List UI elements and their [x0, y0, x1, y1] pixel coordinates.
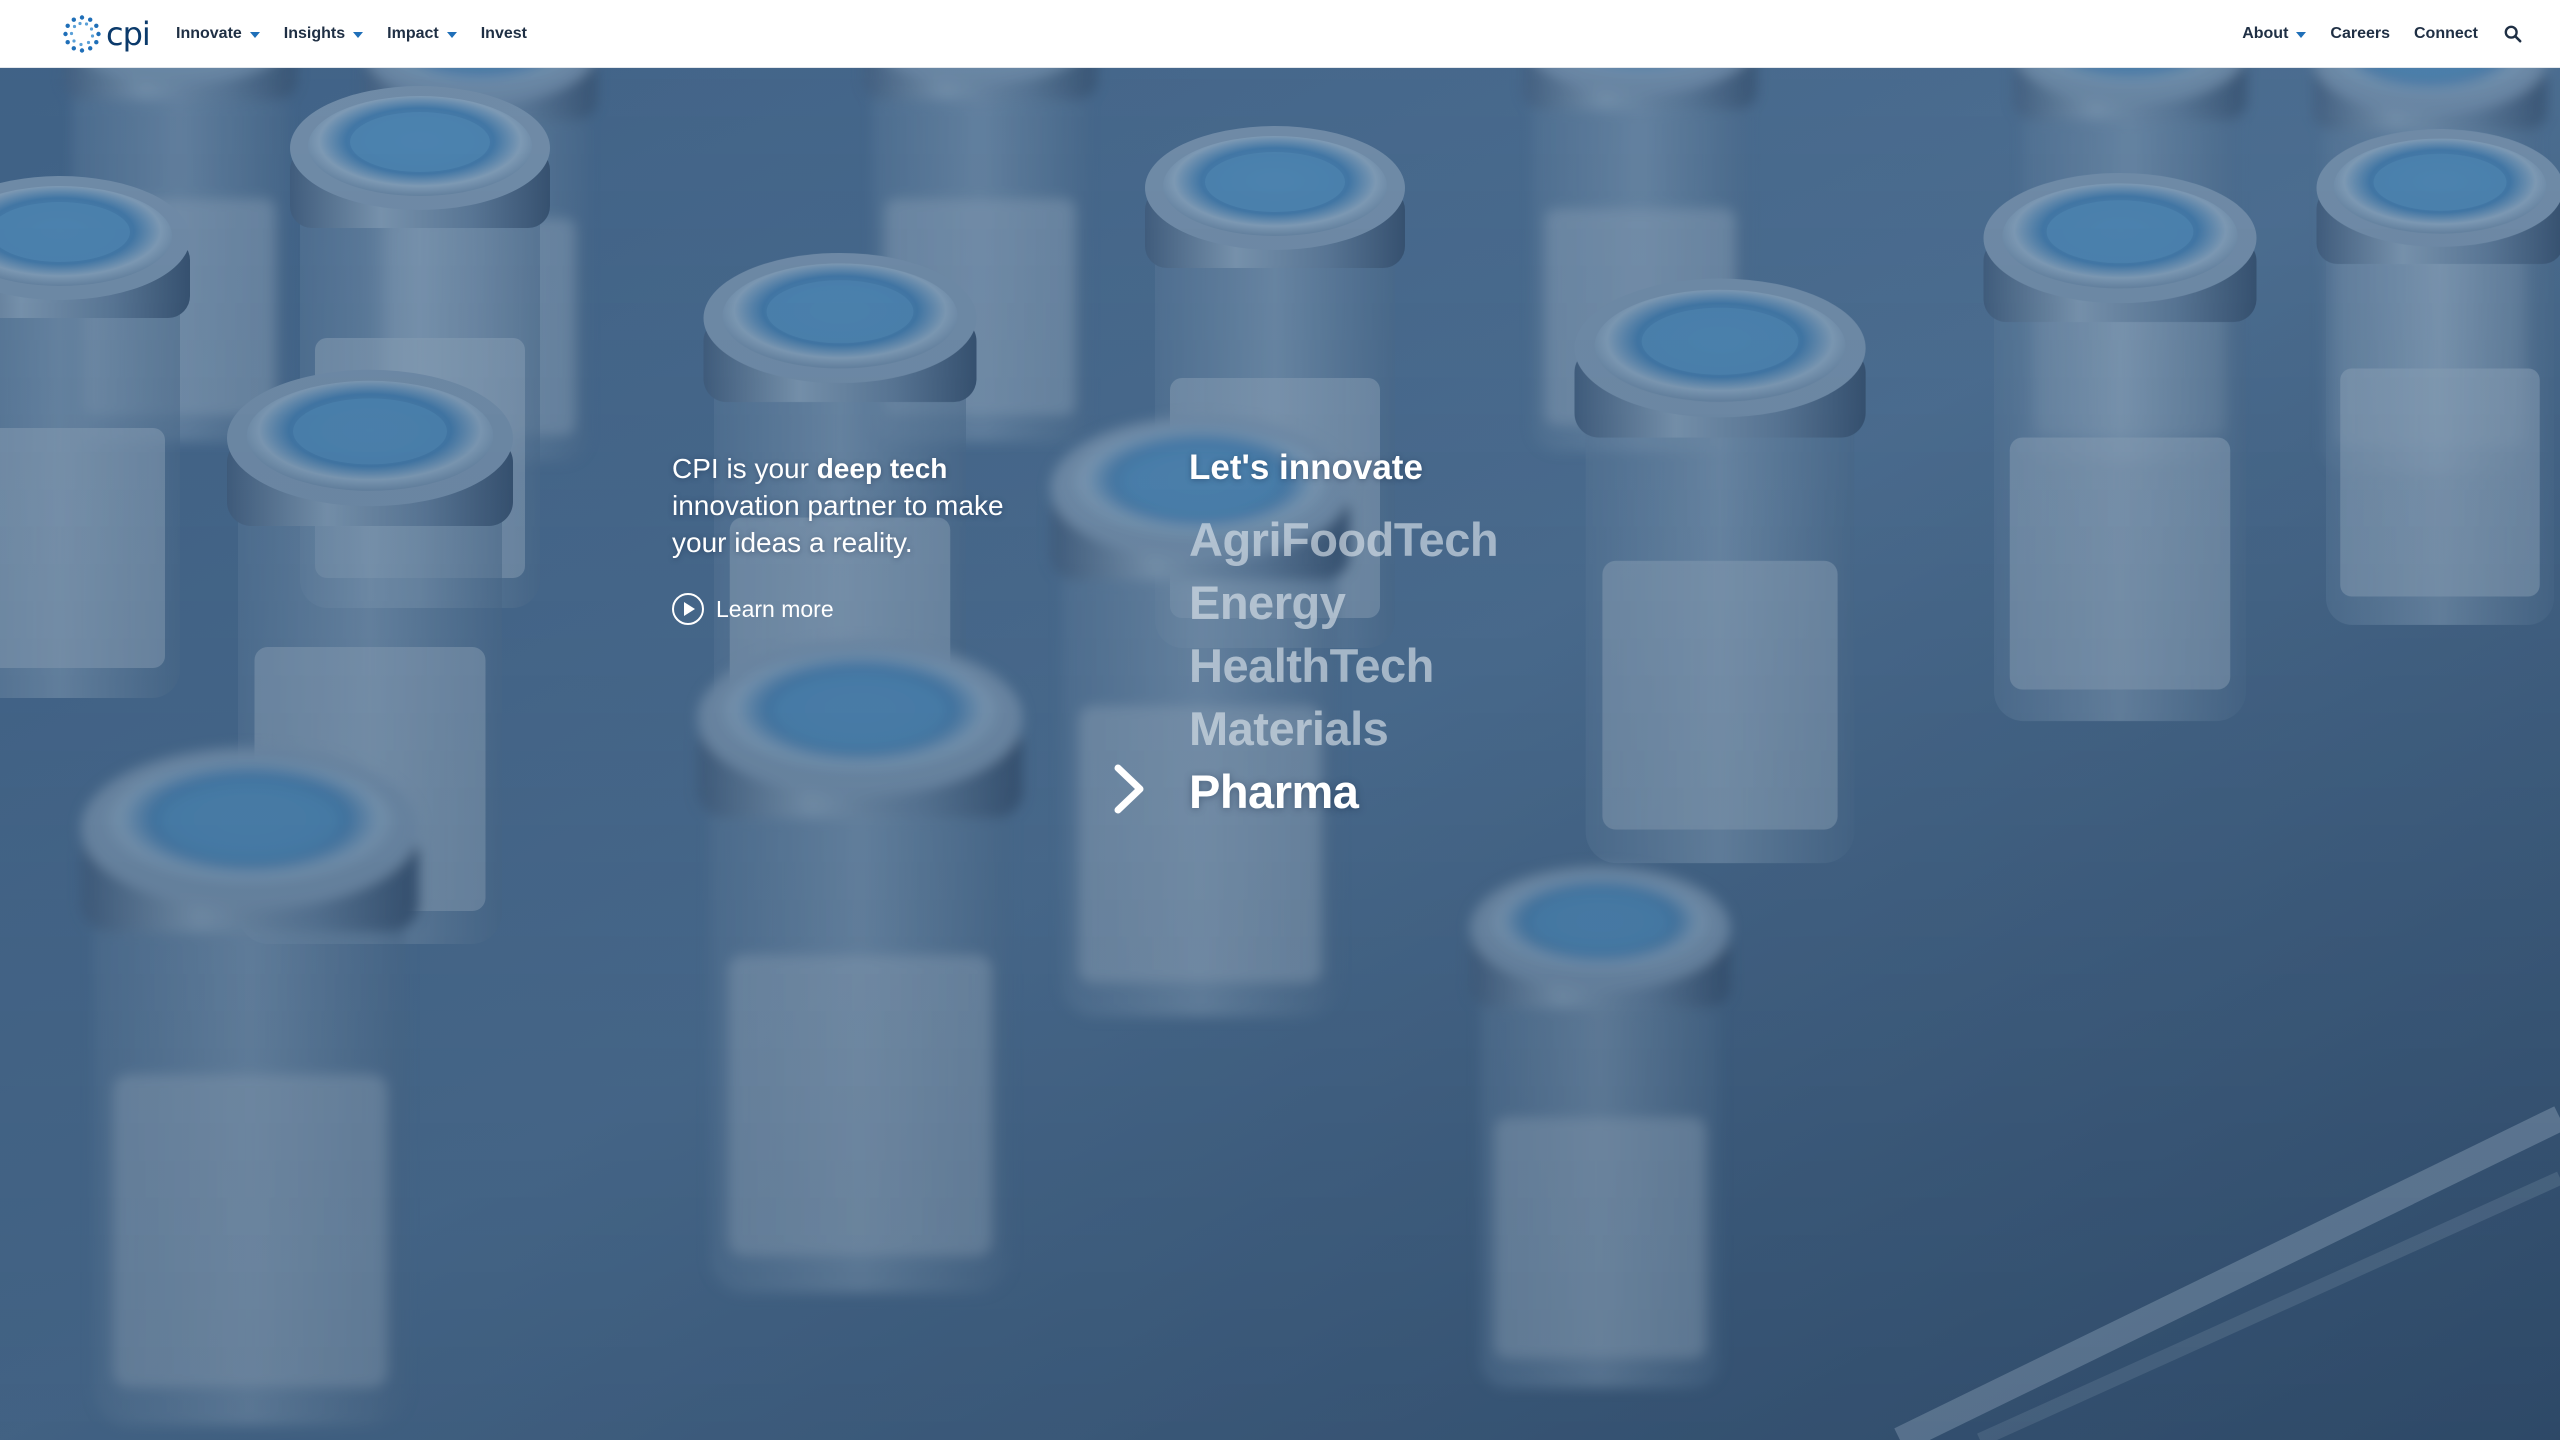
hero-intro-text: CPI is your deep tech innovation partner…: [672, 450, 1052, 561]
caret-down-icon: [446, 31, 457, 38]
nav-invest[interactable]: Invest: [481, 25, 527, 43]
intro-pre: CPI is your: [672, 453, 817, 484]
nav-insights[interactable]: Insights: [283, 25, 364, 43]
learn-more-link[interactable]: Learn more: [672, 593, 834, 625]
caret-down-icon: [2296, 31, 2307, 38]
sector-item-materials[interactable]: Materials: [1189, 697, 1498, 760]
intro-post: innovation partner to make your ideas a …: [672, 490, 1004, 558]
nav-about[interactable]: About: [2242, 25, 2307, 43]
sector-item-pharma[interactable]: Pharma: [1189, 760, 1498, 823]
secondary-nav: About Careers Connect: [2218, 0, 2522, 68]
intro-bold: deep tech: [816, 453, 948, 484]
lets-innovate-heading: Let's innovate: [1189, 448, 1423, 487]
nav-innovate[interactable]: Innovate: [176, 25, 260, 43]
learn-more-label: Learn more: [716, 595, 834, 622]
sector-item-energy[interactable]: Energy: [1189, 571, 1498, 634]
logo-text: cpi: [106, 15, 151, 53]
nav-innovate-label: Innovate: [176, 25, 242, 42]
primary-nav: Innovate Insights Impact Invest: [176, 0, 551, 68]
cpi-logo[interactable]: cpi: [62, 14, 151, 54]
nav-invest-label: Invest: [480, 25, 527, 42]
nav-connect[interactable]: Connect: [2414, 25, 2478, 43]
nav-insights-label: Insights: [283, 25, 346, 42]
nav-careers[interactable]: Careers: [2330, 25, 2390, 43]
cpi-logo-icon: [63, 15, 101, 53]
caret-down-icon: [353, 31, 364, 38]
sector-list: AgriFoodTech Energy HealthTech Materials…: [1189, 508, 1499, 823]
nav-careers-label: Careers: [2330, 25, 2390, 42]
caret-down-icon: [249, 31, 260, 38]
nav-about-label: About: [2242, 25, 2289, 42]
sector-item-healthtech[interactable]: HealthTech: [1189, 634, 1498, 697]
sector-item-agrifoodtech[interactable]: AgriFoodTech: [1189, 508, 1499, 571]
search-icon[interactable]: [2504, 25, 2522, 43]
nav-impact[interactable]: Impact: [387, 25, 457, 43]
play-icon: [672, 593, 704, 625]
nav-connect-label: Connect: [2414, 25, 2478, 42]
top-navigation: cpi Innovate Insights Impact Invest Abou…: [0, 0, 2560, 68]
nav-impact-label: Impact: [387, 25, 439, 42]
chevron-right-icon: [1114, 764, 1144, 814]
